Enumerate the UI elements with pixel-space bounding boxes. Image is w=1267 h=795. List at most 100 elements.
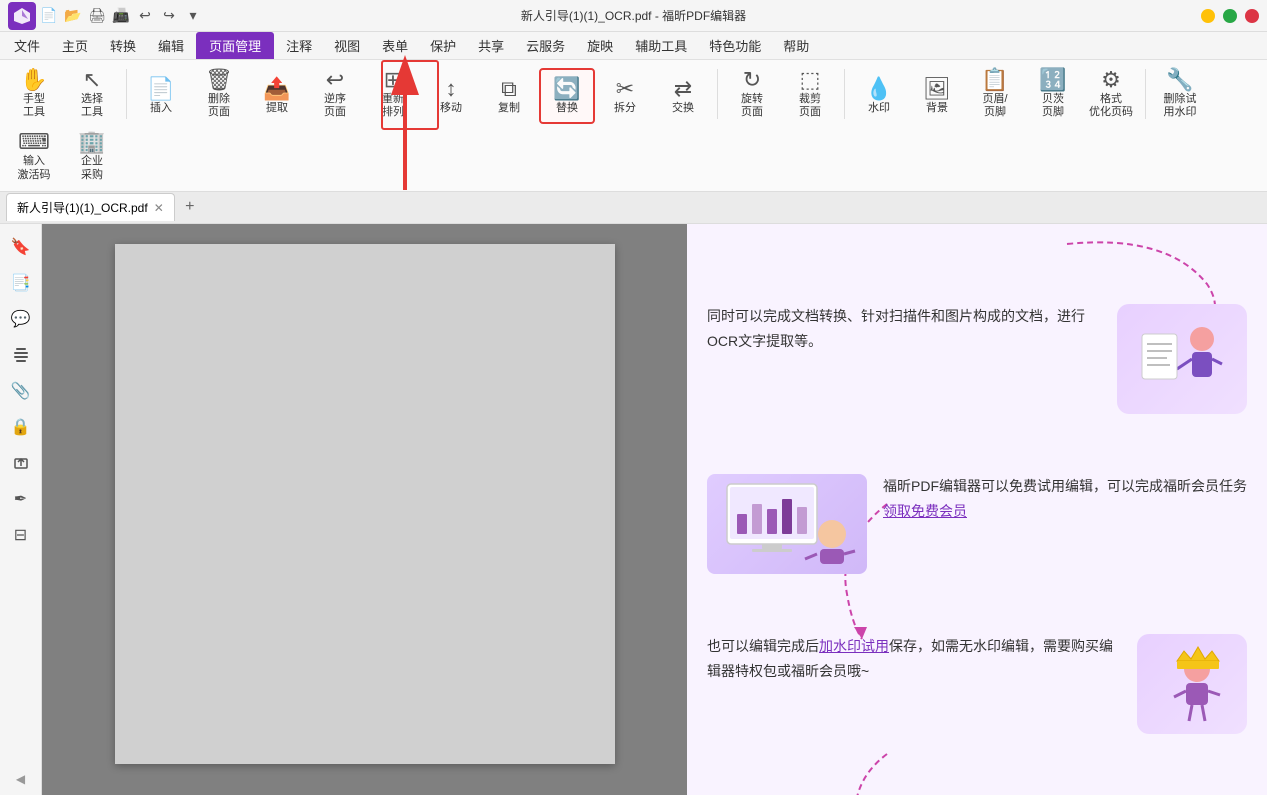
- menu-view[interactable]: 视图: [324, 32, 370, 59]
- member-link[interactable]: 领取免费会员: [883, 503, 967, 519]
- new-icon[interactable]: 📄: [40, 7, 58, 25]
- sidebar-comments[interactable]: 💬: [6, 304, 36, 334]
- split-icon: ✂: [616, 78, 634, 100]
- menu-convert[interactable]: 转换: [100, 32, 146, 59]
- input-icon: ⌨: [18, 131, 50, 153]
- sidebar-security[interactable]: 🔒: [6, 412, 36, 442]
- dropdown-icon[interactable]: ▾: [184, 7, 202, 25]
- removewm-icon: 🔧: [1166, 69, 1193, 91]
- open-icon[interactable]: 📂: [64, 7, 82, 25]
- menu-annotate[interactable]: 注释: [276, 32, 322, 59]
- menu-help[interactable]: 帮助: [773, 32, 819, 59]
- menu-tools[interactable]: 辅助工具: [625, 32, 697, 59]
- tool-copy-label: 复制: [498, 102, 520, 115]
- menu-view2[interactable]: 旋映: [577, 32, 623, 59]
- tool-background[interactable]: 🖼 背景: [909, 68, 965, 124]
- tool-reverse[interactable]: ↩ 逆序页面: [307, 64, 363, 124]
- hand-icon: ✋: [20, 69, 47, 91]
- tool-exchange-label: 交换: [672, 102, 694, 115]
- watermark-link[interactable]: 加水印试用: [819, 638, 889, 654]
- header-icon: 📋: [981, 69, 1008, 91]
- sidebar-export[interactable]: [6, 448, 36, 478]
- tool-replace[interactable]: 🔄 替换: [539, 68, 595, 124]
- watermark-text-before: 也可以编辑完成后: [707, 638, 819, 654]
- tool-replace-label: 替换: [556, 102, 578, 115]
- sidebar: 🔖 📑 💬 📎 🔒 ✒ ⊟ ◀: [0, 224, 42, 795]
- tool-reorder-label: 重新排列: [382, 93, 404, 119]
- section-member-text: 福昕PDF编辑器可以免费试用编辑，可以完成福昕会员任务领取免费会员: [883, 474, 1247, 524]
- sidebar-pages[interactable]: 📑: [6, 268, 36, 298]
- crop-icon: ⬚: [800, 69, 821, 91]
- menu-file[interactable]: 文件: [4, 32, 50, 59]
- print-icon[interactable]: 🖨: [88, 7, 106, 25]
- extract-icon: 📤: [263, 78, 290, 100]
- tool-delete-label: 删除页面: [208, 93, 230, 119]
- minimize-button[interactable]: [1201, 9, 1215, 23]
- delete-icon: 🗑: [205, 69, 233, 91]
- tool-crop-label: 裁剪页面: [799, 93, 821, 119]
- sidebar-layers[interactable]: [6, 340, 36, 370]
- tool-split[interactable]: ✂ 拆分: [597, 68, 653, 124]
- sidebar-more[interactable]: ⊟: [6, 520, 36, 550]
- menu-form[interactable]: 表单: [372, 32, 418, 59]
- tool-select[interactable]: ↖ 选择工具: [64, 64, 120, 124]
- window-controls: [1201, 9, 1259, 23]
- tool-copy[interactable]: ⧉ 复制: [481, 68, 537, 124]
- tool-extract[interactable]: 📤 提取: [249, 68, 305, 124]
- doc-tab-active[interactable]: 新人引导(1)(1)_OCR.pdf ✕: [6, 193, 175, 221]
- divider-3: [844, 69, 845, 119]
- scan-icon[interactable]: 📠: [112, 7, 130, 25]
- tab-close-button[interactable]: ✕: [154, 201, 164, 215]
- tool-optimize-label: 格式优化页码: [1089, 93, 1133, 119]
- sidebar-signature[interactable]: ✒: [6, 484, 36, 514]
- maximize-button[interactable]: [1223, 9, 1237, 23]
- tool-header-label: 页眉/页脚: [982, 93, 1007, 119]
- undo-icon[interactable]: ↩: [136, 7, 154, 25]
- sidebar-bookmark[interactable]: 🔖: [6, 232, 36, 262]
- tool-insert-label: 插入: [150, 102, 172, 115]
- tool-reorder[interactable]: ⊞ 重新排列: [365, 64, 421, 124]
- tool-move-label: 移动: [440, 102, 462, 115]
- sidebar-collapse-button[interactable]: ◀: [13, 771, 29, 787]
- right-panel: 同时可以完成文档转换、针对扫描件和图片构成的文档，进行OCR文字提取等。: [687, 224, 1267, 795]
- tool-crop[interactable]: ⬚ 裁剪页面: [782, 64, 838, 124]
- member-description: 福昕PDF编辑器可以免费试用编辑，可以完成福昕会员任务领取免费会员: [883, 474, 1247, 524]
- spacer-2: [707, 604, 1247, 634]
- menu-protect[interactable]: 保护: [420, 32, 466, 59]
- menu-page-manage[interactable]: 页面管理: [196, 32, 274, 59]
- tool-reverse-label: 逆序页面: [324, 93, 346, 119]
- menu-special[interactable]: 特色功能: [699, 32, 771, 59]
- tool-input[interactable]: ⌨ 输入激活码: [6, 126, 62, 186]
- illustration-monitor: [707, 474, 867, 574]
- title-bar-left: 📄 📂 🖨 📠 ↩ ↪ ▾: [8, 2, 202, 30]
- reverse-icon: ↩: [326, 69, 344, 91]
- redo-icon[interactable]: ↪: [160, 7, 178, 25]
- tool-delete[interactable]: 🗑 删除页面: [191, 64, 247, 124]
- tool-split-label: 拆分: [614, 102, 636, 115]
- illustration-ocr: [1117, 304, 1247, 414]
- menu-cloud[interactable]: 云服务: [516, 32, 575, 59]
- optimize-icon: ⚙: [1101, 69, 1121, 91]
- tool-rotate-label: 旋转页面: [741, 93, 763, 119]
- ocr-description: 同时可以完成文档转换、针对扫描件和图片构成的文档，进行OCR文字提取等。: [707, 304, 1101, 354]
- tool-move[interactable]: ↕ 移动: [423, 68, 479, 124]
- menu-bar: 文件 主页 转换 编辑 页面管理 注释 视图 表单 保护 共享 云服务 旋映 辅…: [0, 32, 1267, 60]
- tool-watermark[interactable]: 💧 水印: [851, 68, 907, 124]
- tool-rotate[interactable]: ↻ 旋转页面: [724, 64, 780, 124]
- tool-header[interactable]: 📋 页眉/页脚: [967, 64, 1023, 124]
- tool-exchange[interactable]: ⇄ 交换: [655, 68, 711, 124]
- new-tab-button[interactable]: +: [179, 196, 201, 218]
- tool-optimize[interactable]: ⚙ 格式优化页码: [1083, 64, 1139, 124]
- menu-share[interactable]: 共享: [468, 32, 514, 59]
- tool-bates[interactable]: 🔢 贝茨页脚: [1025, 64, 1081, 124]
- tool-removewm[interactable]: 🔧 删除试用水印: [1152, 64, 1208, 124]
- close-button[interactable]: [1245, 9, 1259, 23]
- sidebar-attachments[interactable]: 📎: [6, 376, 36, 406]
- doc-tab-label: 新人引导(1)(1)_OCR.pdf: [17, 199, 148, 216]
- menu-edit[interactable]: 编辑: [148, 32, 194, 59]
- tool-hand[interactable]: ✋ 手型工具: [6, 64, 62, 124]
- tool-insert[interactable]: 📄 插入: [133, 68, 189, 124]
- menu-home[interactable]: 主页: [52, 32, 98, 59]
- pdf-container[interactable]: [42, 224, 687, 795]
- tool-enterprise[interactable]: 🏢 企业采购: [64, 126, 120, 186]
